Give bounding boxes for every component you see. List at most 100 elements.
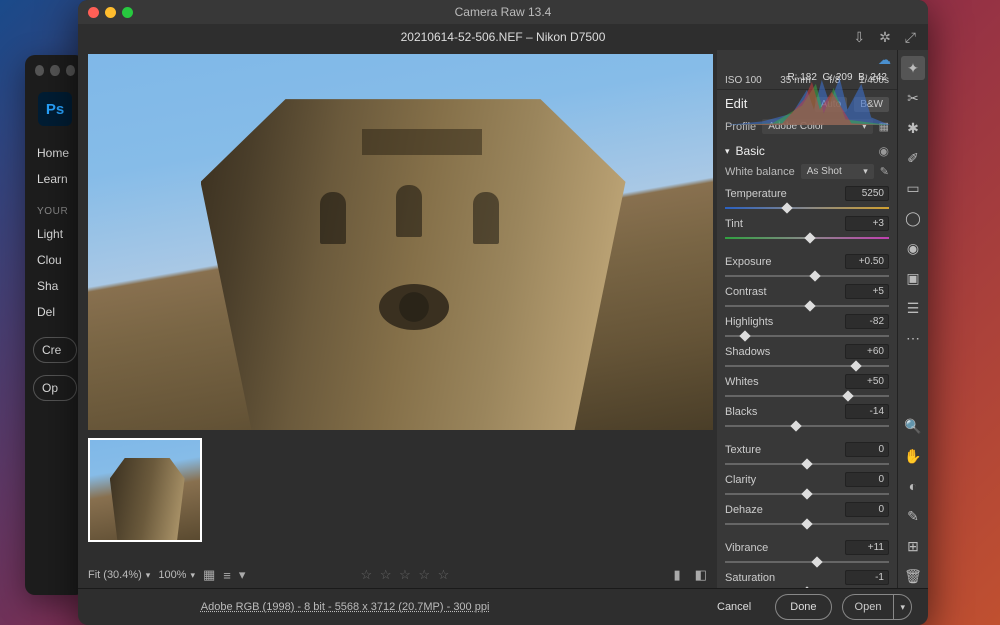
clarity-label: Clarity <box>725 474 756 486</box>
single-view-icon[interactable]: ▮ <box>674 567 681 583</box>
heal-tool-icon[interactable]: ✱ <box>901 116 925 140</box>
dehaze-label: Dehaze <box>725 504 763 516</box>
cloud-sync-icon[interactable]: ☁ <box>717 50 897 70</box>
basic-visibility-icon[interactable]: ◉ <box>879 144 889 158</box>
saturation-label: Saturation <box>725 572 775 584</box>
shadows-label: Shadows <box>725 346 770 358</box>
toggle-tool-icon[interactable]: ◐ <box>901 474 925 498</box>
contrast-value[interactable]: +5 <box>845 284 889 299</box>
sort-icon[interactable]: ≡ <box>223 568 231 583</box>
zoom-fit-dropdown[interactable]: Fit (30.4%)▾ <box>88 569 150 581</box>
crop-tool-icon[interactable]: ✂ <box>901 86 925 110</box>
exposure-value[interactable]: +0.50 <box>845 254 889 269</box>
temperature-value[interactable]: 5250 <box>845 186 889 201</box>
texture-slider[interactable]: Texture 0 <box>717 439 897 469</box>
image-preview[interactable] <box>88 54 713 430</box>
contrast-label: Contrast <box>725 286 767 298</box>
dehaze-slider[interactable]: Dehaze 0 <box>717 499 897 529</box>
zoom-100-dropdown[interactable]: 100%▾ <box>158 569 195 581</box>
ps-nav-home[interactable]: Home <box>25 140 85 166</box>
ps-yourwork-header: YOUR <box>25 192 85 221</box>
gradient-tool-icon[interactable]: ▭ <box>901 176 925 200</box>
texture-value[interactable]: 0 <box>845 442 889 457</box>
brush-tool-icon[interactable]: ✐ <box>901 146 925 170</box>
more-tool-icon[interactable]: ⋯ <box>901 326 925 350</box>
presets-tool-icon[interactable]: ☰ <box>901 296 925 320</box>
exposure-slider[interactable]: Exposure +0.50 <box>717 251 897 281</box>
compare-view-icon[interactable]: ◧ <box>695 567 707 583</box>
file-header-bar: 20210614-52-506.NEF – Nikon D7500 ⇩ ✲ ⤢ <box>78 24 928 50</box>
highlights-slider[interactable]: Highlights -82 <box>717 311 897 341</box>
camera-raw-window: Camera Raw 13.4 20210614-52-506.NEF – Ni… <box>78 0 928 625</box>
basic-caret-icon[interactable]: ▾ <box>725 146 730 157</box>
grid-tool-icon[interactable]: ⊞ <box>901 534 925 558</box>
ps-create-button[interactable]: Cre <box>33 337 77 363</box>
workflow-link[interactable]: Adobe RGB (1998) - 8 bit - 5568 x 3712 (… <box>201 601 490 613</box>
texture-label: Texture <box>725 444 761 456</box>
open-dropdown-icon[interactable]: ▾ <box>893 594 912 620</box>
vibrance-value[interactable]: +11 <box>845 540 889 555</box>
thumbnail[interactable] <box>88 438 202 542</box>
clarity-value[interactable]: 0 <box>845 472 889 487</box>
blacks-label: Blacks <box>725 406 757 418</box>
vibrance-slider[interactable]: Vibrance +11 <box>717 537 897 567</box>
shadows-value[interactable]: +60 <box>845 344 889 359</box>
ps-nav-shared[interactable]: Sha <box>25 273 85 299</box>
vibrance-label: Vibrance <box>725 542 768 554</box>
settings-gear-icon[interactable]: ✲ <box>879 29 891 46</box>
exposure-label: Exposure <box>725 256 771 268</box>
titlebar: Camera Raw 13.4 <box>78 0 928 24</box>
tint-slider[interactable]: Tint+3 <box>717 213 897 243</box>
status-bar: Fit (30.4%)▾ 100%▾ ▦ ≡ ▾ ☆ ☆ ☆ ☆ ☆ ▮ ◧ <box>78 562 717 588</box>
filter-icon[interactable]: ▾ <box>239 567 246 583</box>
export-icon[interactable]: ⇩ <box>853 29 865 46</box>
whites-value[interactable]: +50 <box>845 374 889 389</box>
temperature-slider[interactable]: Temperature 5250 <box>717 183 897 213</box>
ps-nav-learn[interactable]: Learn <box>25 166 85 192</box>
photoshop-logo: Ps <box>38 92 72 126</box>
dehaze-value[interactable]: 0 <box>845 502 889 517</box>
wb-eyedropper-icon[interactable]: ✎ <box>880 165 889 178</box>
tint-value[interactable]: +3 <box>845 216 889 231</box>
contrast-slider[interactable]: Contrast +5 <box>717 281 897 311</box>
ps-nav-cloud[interactable]: Clou <box>25 247 85 273</box>
ps-nav-deleted[interactable]: Del <box>25 299 85 325</box>
traffic-lights[interactable] <box>78 7 133 18</box>
highlights-value[interactable]: -82 <box>845 314 889 329</box>
highlights-label: Highlights <box>725 316 773 328</box>
hand-tool-icon[interactable]: ✋ <box>901 444 925 468</box>
cancel-button[interactable]: Cancel <box>703 595 765 619</box>
filmstrip <box>78 434 717 562</box>
color-sampler-icon[interactable]: ✎ <box>901 504 925 528</box>
radial-tool-icon[interactable]: ◯ <box>901 206 925 230</box>
photoshop-window: Ps Home Learn YOUR Light Clou Sha Del Cr… <box>25 55 85 595</box>
ps-nav-lightroom[interactable]: Light <box>25 221 85 247</box>
clarity-slider[interactable]: Clarity 0 <box>717 469 897 499</box>
shadows-slider[interactable]: Shadows +60 <box>717 341 897 371</box>
saturation-slider[interactable]: Saturation -1 <box>717 567 897 588</box>
temperature-label: Temperature <box>725 188 787 200</box>
done-button[interactable]: Done <box>775 594 831 620</box>
edit-tool-icon[interactable]: ✦ <box>901 56 925 80</box>
saturation-value[interactable]: -1 <box>845 570 889 585</box>
basic-section-title: Basic <box>736 144 765 158</box>
edit-panel: ☁ R: 182 G: 209 B: 242 ISO 100 35 mm f/8… <box>717 50 897 588</box>
ps-open-button[interactable]: Op <box>33 375 77 401</box>
blacks-value[interactable]: -14 <box>845 404 889 419</box>
blacks-slider[interactable]: Blacks -14 <box>717 401 897 431</box>
wb-label: White balance <box>725 166 795 178</box>
zoom-tool-icon[interactable]: 🔍 <box>901 414 925 438</box>
whites-label: Whites <box>725 376 759 388</box>
whites-slider[interactable]: Whites +50 <box>717 371 897 401</box>
ps-traffic-lights <box>25 55 85 86</box>
fullscreen-icon[interactable]: ⤢ <box>905 29 916 46</box>
rating-stars[interactable]: ☆ ☆ ☆ ☆ ☆ <box>361 567 452 583</box>
footer: Adobe RGB (1998) - 8 bit - 5568 x 3712 (… <box>78 588 928 625</box>
trash-icon[interactable]: 🗑 <box>901 564 925 588</box>
open-button[interactable]: Open <box>842 594 894 620</box>
wb-dropdown[interactable]: As Shot▾ <box>801 164 874 179</box>
window-title: Camera Raw 13.4 <box>455 5 552 19</box>
grid-view-icon[interactable]: ▦ <box>203 567 215 583</box>
snapshot-tool-icon[interactable]: ▣ <box>901 266 925 290</box>
redeye-tool-icon[interactable]: ◉ <box>901 236 925 260</box>
